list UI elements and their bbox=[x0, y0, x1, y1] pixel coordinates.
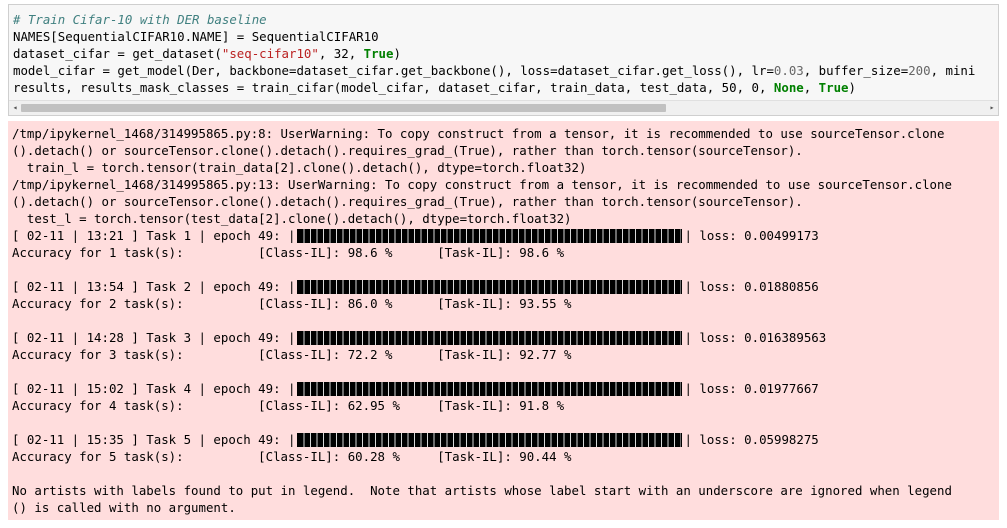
task-1-accuracy: Accuracy for 1 task(s): [Class-IL]: 98.6… bbox=[12, 245, 565, 260]
code-editor[interactable]: # Train Cifar-10 with DER baseline NAMES… bbox=[13, 11, 994, 96]
progress-bar bbox=[297, 382, 683, 396]
scroll-right-icon[interactable]: ▸ bbox=[987, 101, 997, 115]
legend-warning-line-2: () is called with no argument. bbox=[12, 500, 236, 515]
task-2-accuracy: Accuracy for 2 task(s): [Class-IL]: 86.0… bbox=[12, 296, 572, 311]
code-line-results: results, results_mask_classes = train_ci… bbox=[13, 80, 856, 95]
warning-1-line-3: train_l = torch.tensor(train_data[2].clo… bbox=[12, 160, 587, 175]
warning-1-line-2: ().detach() or sourceTensor.clone().deta… bbox=[12, 143, 803, 158]
scrollbar-thumb[interactable] bbox=[21, 104, 666, 112]
warning-2-line-2: ().detach() or sourceTensor.clone().deta… bbox=[12, 194, 803, 209]
progress-bar bbox=[297, 280, 683, 294]
code-comment: # Train Cifar-10 with DER baseline bbox=[13, 12, 267, 27]
code-cell[interactable]: # Train Cifar-10 with DER baseline NAMES… bbox=[8, 4, 999, 116]
task-3-accuracy: Accuracy for 3 task(s): [Class-IL]: 72.2… bbox=[12, 347, 572, 362]
warning-2-line-3: test_l = torch.tensor(test_data[2].clone… bbox=[12, 211, 572, 226]
progress-bar bbox=[297, 229, 683, 243]
scroll-left-icon[interactable]: ◂ bbox=[10, 101, 20, 115]
progress-bar bbox=[297, 331, 683, 345]
warning-1-line-1: /tmp/ipykernel_1468/314995865.py:8: User… bbox=[12, 126, 945, 141]
progress-bar bbox=[297, 433, 683, 447]
horizontal-scrollbar[interactable]: ◂ ▸ bbox=[9, 100, 998, 115]
code-line-names: NAMES[SequentialCIFAR10.NAME] = Sequenti… bbox=[13, 29, 379, 44]
task-2-progress: [ 02-11 | 13:54 ] Task 2 | epoch 49: | | … bbox=[12, 279, 819, 294]
stderr-output: /tmp/ipykernel_1468/314995865.py:8: User… bbox=[8, 121, 999, 520]
code-line-dataset: dataset_cifar = get_dataset("seq-cifar10… bbox=[13, 46, 401, 61]
output-text: /tmp/ipykernel_1468/314995865.py:8: User… bbox=[12, 125, 995, 516]
task-4-accuracy: Accuracy for 4 task(s): [Class-IL]: 62.9… bbox=[12, 398, 565, 413]
task-1-progress: [ 02-11 | 13:21 ] Task 1 | epoch 49: | | … bbox=[12, 228, 819, 243]
task-3-progress: [ 02-11 | 14:28 ] Task 3 | epoch 49: | | … bbox=[12, 330, 827, 345]
warning-2-line-1: /tmp/ipykernel_1468/314995865.py:13: Use… bbox=[12, 177, 952, 192]
task-4-progress: [ 02-11 | 15:02 ] Task 4 | epoch 49: | | … bbox=[12, 381, 819, 396]
task-5-accuracy: Accuracy for 5 task(s): [Class-IL]: 60.2… bbox=[12, 449, 572, 464]
task-5-progress: [ 02-11 | 15:35 ] Task 5 | epoch 49: | | … bbox=[12, 432, 819, 447]
code-line-model: model_cifar = get_model(Der, backbone=da… bbox=[13, 63, 976, 78]
legend-warning-line-1: No artists with labels found to put in l… bbox=[12, 483, 952, 498]
